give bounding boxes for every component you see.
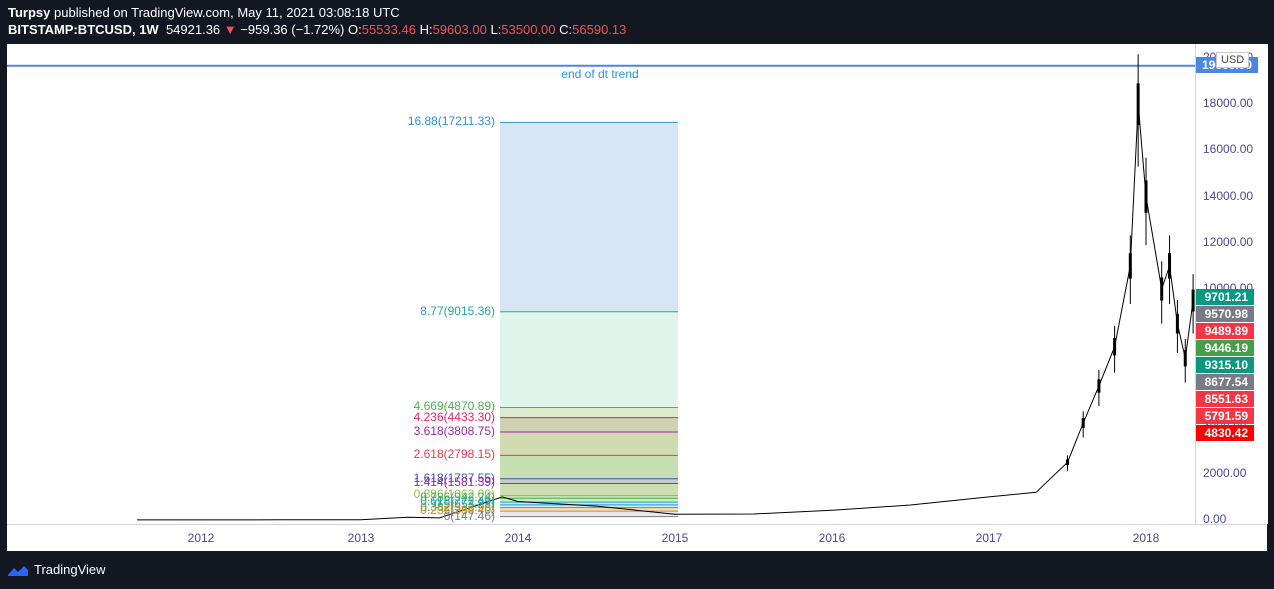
candle-body bbox=[1113, 338, 1117, 356]
candle-body bbox=[1136, 83, 1140, 125]
x-tick-label: 2014 bbox=[504, 531, 532, 545]
price-tag: 8677.54 bbox=[1196, 374, 1254, 390]
published-text: published on TradingView.com, May 11, 20… bbox=[54, 5, 400, 20]
y-tick-label: 14000.00 bbox=[1203, 188, 1254, 203]
fib-zone bbox=[500, 507, 678, 512]
y-tick-label: 16000.00 bbox=[1203, 142, 1254, 157]
fib-level-label: 0(147.46) bbox=[443, 508, 495, 523]
high-label: H: bbox=[419, 22, 433, 37]
fib-level-label: 3.618(3808.75) bbox=[413, 424, 495, 439]
x-tick-label: 2015 bbox=[661, 531, 689, 545]
chart-annotation[interactable]: end of dt trend bbox=[530, 67, 670, 81]
price-tag: 9446.19 bbox=[1196, 340, 1254, 356]
candle-body bbox=[1081, 418, 1085, 428]
fib-level-label: 16.88(17211.33) bbox=[407, 114, 495, 129]
price-tag: 9489.89 bbox=[1196, 323, 1254, 339]
candle-body bbox=[1097, 379, 1101, 393]
x-tick-label: 2016 bbox=[818, 531, 846, 545]
price-tag: 9315.10 bbox=[1196, 357, 1254, 373]
x-tick-label: 2012 bbox=[187, 531, 215, 545]
candle-body bbox=[1128, 253, 1132, 279]
footer-brand[interactable]: TradingView bbox=[8, 562, 106, 577]
close-value: 56590.13 bbox=[572, 22, 627, 37]
x-tick-label: 2017 bbox=[975, 531, 1003, 545]
x-tick-label: 2013 bbox=[347, 531, 375, 545]
open-label: O: bbox=[348, 22, 362, 37]
candle-body bbox=[1160, 277, 1164, 301]
currency-label[interactable]: USD bbox=[1216, 52, 1250, 68]
fib-zone bbox=[500, 455, 678, 479]
price-tag: 9570.98 bbox=[1196, 306, 1254, 322]
fib-zone bbox=[500, 432, 678, 456]
fib-zone bbox=[500, 417, 678, 433]
low-value: 53500.00 bbox=[501, 22, 556, 37]
candle-body bbox=[1175, 313, 1179, 334]
candle-body bbox=[1066, 459, 1069, 466]
y-tick-label: 2000.00 bbox=[1203, 465, 1247, 480]
tradingview-logo-icon bbox=[8, 566, 28, 577]
chart-plot-area[interactable] bbox=[7, 44, 1195, 524]
price-tag: 9701.21 bbox=[1196, 289, 1254, 305]
chart-svg bbox=[7, 54, 1195, 521]
fib-level-label: 4.236(4433.30) bbox=[413, 409, 495, 424]
high-value: 59603.00 bbox=[432, 22, 487, 37]
candle-body bbox=[1183, 350, 1187, 367]
fib-zone bbox=[500, 311, 678, 408]
price-tag: 4830.42 bbox=[1196, 425, 1254, 441]
symbol-label: BITSTAMP:BTCUSD, 1W bbox=[8, 22, 159, 37]
last-price: 54921.36 bbox=[165, 22, 221, 37]
y-tick-label: 0.00 bbox=[1203, 512, 1227, 526]
fib-zone bbox=[500, 122, 678, 312]
ohlc-legend: BITSTAMP:BTCUSD, 1W 54921.36 ▼ −959.36 (… bbox=[8, 22, 626, 37]
fib-level-label: 2.618(2798.15) bbox=[413, 447, 495, 462]
down-arrow-icon: ▼ bbox=[223, 22, 237, 37]
fib-zone bbox=[500, 483, 678, 496]
low-label: L: bbox=[490, 22, 502, 37]
price-change: −959.36 (−1.72%) bbox=[240, 22, 345, 37]
fib-zone bbox=[500, 407, 678, 418]
fib-zone bbox=[500, 478, 678, 484]
author-name[interactable]: Turpsy bbox=[8, 5, 50, 20]
open-value: 55533.46 bbox=[361, 22, 416, 37]
price-tag: 5791.59 bbox=[1196, 408, 1254, 424]
y-tick-label: 18000.00 bbox=[1203, 96, 1254, 111]
close-label: C: bbox=[559, 22, 573, 37]
candle-body bbox=[1168, 253, 1172, 279]
candle-body bbox=[1144, 180, 1148, 213]
y-tick-label: 12000.00 bbox=[1203, 234, 1254, 249]
price-tag: 8551.63 bbox=[1196, 391, 1254, 407]
brand-name: TradingView bbox=[34, 562, 106, 577]
x-tick-label: 2018 bbox=[1132, 531, 1160, 545]
fib-level-label: 8.77(9015.36) bbox=[420, 303, 495, 318]
publish-info: Turpsy published on TradingView.com, May… bbox=[8, 5, 400, 20]
